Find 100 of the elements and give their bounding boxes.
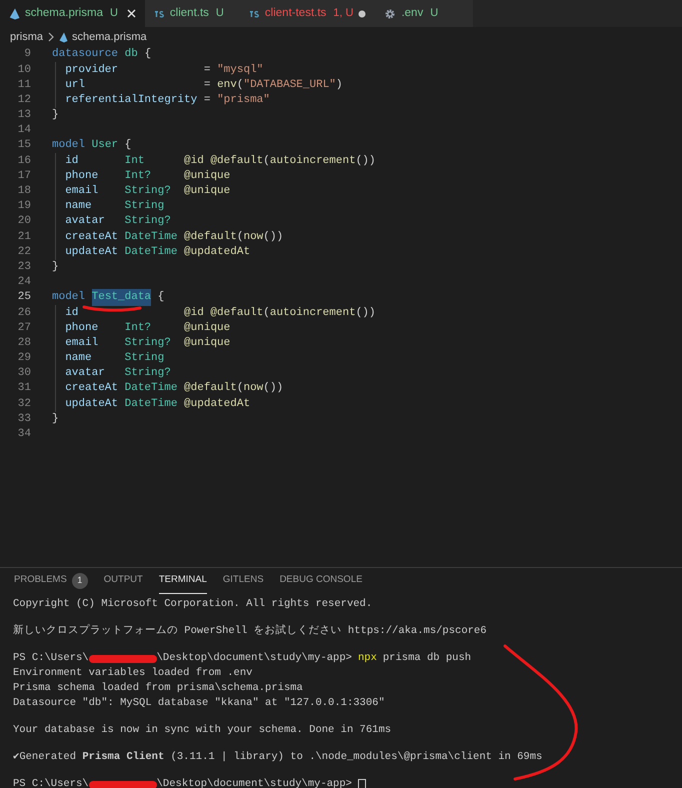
code-token: phone: [65, 320, 98, 336]
code-token: Int?: [124, 168, 152, 184]
code-token: url: [65, 78, 86, 93]
ts-icon: [154, 8, 165, 18]
code-token: @updatedAt: [184, 396, 250, 412]
code-token: @unique: [184, 320, 230, 336]
line-number: 27: [16, 320, 31, 336]
code-token: Int?: [124, 320, 152, 336]
code-token: {: [158, 290, 164, 306]
code-token: Int: [124, 154, 144, 169]
code-token: }: [52, 260, 59, 275]
terminal-line: ✔Generated Prisma Client (3.11.1 | library) to .\node_modules\@prisma\client in 69ms: [13, 750, 542, 765]
code-token: referentialIntegrity: [65, 92, 198, 108]
code-token: env: [217, 78, 237, 93]
code-token: @default: [184, 381, 237, 396]
code-token: =: [204, 62, 210, 78]
tab-label: client.ts: [170, 6, 209, 21]
line-number: 23: [16, 260, 31, 275]
triangle-icon: [59, 32, 68, 42]
code-token: db: [124, 47, 138, 62]
code-token: (: [263, 306, 270, 321]
triangle-icon: [9, 8, 20, 20]
code-token: name: [65, 351, 92, 366]
code-token: phone: [65, 168, 98, 184]
code-token: provider: [65, 62, 118, 78]
line-number: 26: [16, 306, 31, 321]
breadcrumb-item[interactable]: schema.prisma: [72, 28, 147, 46]
line-number: 32: [16, 396, 31, 412]
editor-tab[interactable]: client-test.ts 1, U: [240, 0, 376, 27]
terminal-line: Environment variables loaded from .env: [13, 666, 252, 681]
code-token: now: [243, 381, 264, 396]
code-token: }: [52, 412, 59, 427]
breadcrumb-item[interactable]: prisma: [10, 28, 44, 46]
code-token: ()): [263, 381, 284, 396]
tab-status: U: [110, 6, 118, 22]
code-token: id: [65, 154, 78, 169]
chevron-icon: [47, 32, 56, 42]
code-token: String: [124, 199, 164, 214]
panel-tab[interactable]: OUTPUT: [104, 568, 143, 594]
code-token: }: [52, 108, 59, 124]
code-token: @unique: [184, 336, 230, 351]
close-icon[interactable]: [126, 9, 136, 18]
count-badge: 1: [72, 572, 88, 588]
code-token: {: [124, 138, 132, 154]
line-number: 30: [16, 366, 31, 382]
code-token: DateTime: [124, 396, 178, 412]
panel-tab[interactable]: GITLENS: [222, 568, 264, 594]
code-token: avatar: [65, 214, 105, 230]
line-number: 13: [16, 108, 31, 124]
editor-tab[interactable]: .env U: [375, 0, 474, 27]
line-number: 22: [16, 244, 31, 260]
panel-tab[interactable]: PROBLEMS 1: [14, 568, 88, 594]
code-token: now: [243, 230, 264, 245]
command-text: npx: [358, 650, 377, 666]
code-token: avatar: [65, 366, 105, 382]
code-token: name: [65, 199, 92, 214]
code-token: "prisma": [217, 92, 270, 108]
selected-text: Test_data: [92, 289, 152, 306]
code-token: DateTime: [124, 381, 178, 396]
redaction-mark: [88, 780, 157, 788]
tab-label: client-test.ts: [264, 6, 326, 21]
code-token: updateAt: [65, 244, 118, 260]
code-token: String?: [124, 336, 171, 351]
gear-icon: [384, 8, 396, 20]
editor-tab[interactable]: schema.prisma U: [0, 0, 145, 27]
code-token: createAt: [65, 230, 118, 245]
ts-icon: [248, 8, 260, 18]
code-token: updateAt: [65, 396, 118, 412]
code-token: String: [124, 351, 164, 366]
redaction-mark: [88, 654, 157, 662]
tab-status: 1, U: [333, 6, 354, 22]
code-token: User: [92, 138, 118, 154]
terminal-line: 新しいクロスプラットフォームの PowerShell をお試しください https://aka.ms/pscore6: [13, 624, 487, 639]
panel-tab[interactable]: DEBUG CONSOLE: [280, 568, 362, 594]
code-token: @unique: [184, 168, 230, 184]
code-token: @id @default: [184, 306, 264, 321]
code-token: =: [204, 78, 210, 93]
line-number: 17: [16, 168, 31, 184]
code-token: autoincrement: [270, 154, 356, 169]
code-token: ()): [263, 230, 284, 245]
terminal-line: Copyright (C) Microsoft Corporation. All rights reserved.: [13, 596, 372, 612]
panel-tab[interactable]: TERMINAL: [158, 568, 207, 594]
code-token: @default: [184, 230, 237, 245]
code-token: email: [65, 184, 98, 200]
code-token: @updatedAt: [184, 244, 250, 260]
code-token: createAt: [65, 381, 118, 396]
prompt-text: \Desktop\document\study\my-app>: [156, 776, 352, 788]
line-number: 11: [16, 78, 31, 93]
line-number: 24: [16, 275, 31, 290]
code-token: (: [236, 78, 244, 93]
tab-status: U: [430, 6, 438, 22]
editor-tab[interactable]: client.ts U: [144, 0, 240, 27]
code-token: email: [65, 336, 98, 351]
line-number: 31: [16, 381, 31, 396]
code-token: (: [263, 154, 270, 169]
tab-status: U: [216, 6, 224, 22]
code-token: (: [236, 230, 244, 245]
code-token: DateTime: [124, 230, 178, 245]
line-number: 33: [16, 412, 31, 427]
code-token: =: [204, 92, 210, 108]
